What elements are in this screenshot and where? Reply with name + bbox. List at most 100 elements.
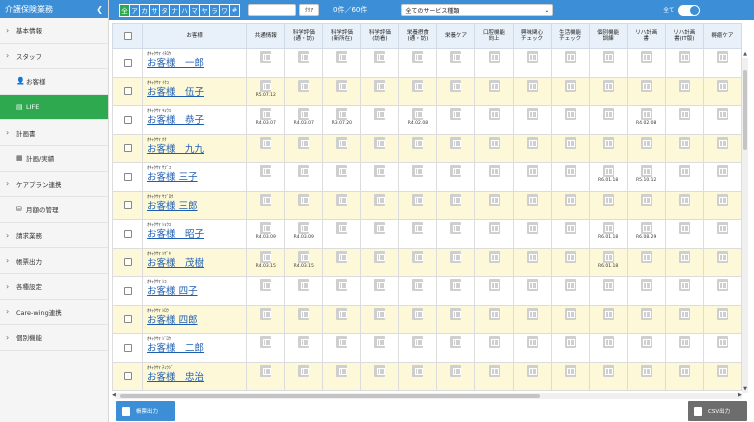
document-icon[interactable] [450,165,462,177]
document-icon[interactable] [450,336,462,348]
document-icon[interactable] [678,51,690,63]
document-icon[interactable] [450,364,462,377]
document-icon[interactable] [336,279,348,291]
document-icon[interactable] [298,279,310,291]
row-checkbox[interactable] [123,229,132,238]
document-icon[interactable] [640,250,652,263]
row-checkbox[interactable] [123,58,132,67]
document-icon[interactable] [374,165,386,177]
document-icon[interactable] [298,307,310,320]
document-icon[interactable] [260,108,272,120]
document-icon[interactable] [716,336,728,348]
document-icon[interactable] [564,165,576,177]
document-icon[interactable] [260,364,272,377]
document-icon[interactable] [450,79,462,92]
document-icon[interactable] [450,51,462,63]
document-icon[interactable] [298,79,310,92]
row-checkbox[interactable] [123,115,132,124]
document-icon[interactable] [564,279,576,291]
document-icon[interactable] [716,165,728,177]
document-icon[interactable] [564,307,576,320]
scroll-down-arrow-icon[interactable]: ▼ [742,386,748,392]
document-icon[interactable] [260,307,272,320]
report-output-button[interactable]: 帳票出力 [116,401,175,421]
document-icon[interactable] [298,136,310,149]
row-checkbox[interactable] [123,201,132,210]
show-all-toggle[interactable] [678,4,701,16]
document-icon[interactable] [526,79,538,92]
document-icon[interactable] [564,136,576,149]
document-icon[interactable] [260,79,272,92]
document-icon[interactable] [488,364,500,377]
document-icon[interactable] [336,51,348,63]
document-icon[interactable] [602,307,614,320]
document-icon[interactable] [640,222,652,234]
select-all-checkbox[interactable] [123,32,132,40]
row-checkbox[interactable] [123,286,132,295]
document-icon[interactable] [450,193,462,206]
search-input[interactable] [248,4,296,16]
row-checkbox[interactable] [123,315,132,324]
document-icon[interactable] [412,222,424,234]
collapse-chevron-icon[interactable]: ❮ [96,5,103,14]
customer-name-link[interactable]: お客様 三子 [147,172,246,183]
sidebar-item-11[interactable]: › Care-wing連携 [0,300,108,326]
document-icon[interactable] [678,222,690,234]
document-icon[interactable] [374,79,386,92]
document-icon[interactable] [526,165,538,177]
document-icon[interactable] [488,136,500,149]
document-icon[interactable] [678,193,690,206]
sidebar-item-9[interactable]: › 帳票出力 [0,248,108,274]
csv-output-button[interactable]: CSV出力 [688,401,747,421]
customer-name-link[interactable]: お客様 四子 [147,286,246,297]
kana-filter-11[interactable]: # [229,3,240,17]
document-icon[interactable] [298,222,310,234]
customer-name-link[interactable]: お客様 恭子 [147,115,246,126]
customer-name-link[interactable]: お客様 四郎 [147,315,246,326]
document-icon[interactable] [336,307,348,320]
document-icon[interactable] [488,250,500,263]
row-checkbox[interactable] [123,372,132,381]
document-icon[interactable] [374,108,386,120]
document-icon[interactable] [526,136,538,149]
sidebar-item-12[interactable]: › 個別機能 [0,325,108,351]
document-icon[interactable] [260,193,272,206]
customer-name-link[interactable]: お客様 二郎 [147,343,246,354]
document-icon[interactable] [336,193,348,206]
document-icon[interactable] [716,108,728,120]
document-icon[interactable] [526,364,538,377]
document-icon[interactable] [298,108,310,120]
document-icon[interactable] [716,136,728,149]
row-checkbox[interactable] [123,172,132,181]
document-icon[interactable] [336,108,348,120]
document-icon[interactable] [488,336,500,348]
sidebar-item-1[interactable]: › スタッフ [0,44,108,70]
sidebar-item-4[interactable]: › 計画書 [0,120,108,146]
document-icon[interactable] [564,336,576,348]
document-icon[interactable] [716,250,728,263]
document-icon[interactable] [336,136,348,149]
document-icon[interactable] [640,79,652,92]
document-icon[interactable] [374,136,386,149]
document-icon[interactable] [374,250,386,263]
document-icon[interactable] [526,307,538,320]
document-icon[interactable] [678,165,690,177]
document-icon[interactable] [716,364,728,377]
document-icon[interactable] [336,364,348,377]
document-icon[interactable] [412,136,424,149]
document-icon[interactable] [260,136,272,149]
document-icon[interactable] [716,193,728,206]
row-checkbox[interactable] [123,258,132,267]
document-icon[interactable] [602,364,614,377]
sidebar-item-3[interactable]: ▤ LIFE [0,94,108,121]
document-icon[interactable] [298,193,310,206]
document-icon[interactable] [336,222,348,234]
document-icon[interactable] [374,307,386,320]
sidebar-item-6[interactable]: › ケアプラン連携 [0,172,108,198]
document-icon[interactable] [450,136,462,149]
clear-button[interactable]: ｸﾘｱ [299,4,319,16]
sidebar-item-2[interactable]: 👤 お客様 [0,69,108,95]
document-icon[interactable] [602,165,614,177]
document-icon[interactable] [640,136,652,149]
document-icon[interactable] [678,364,690,377]
